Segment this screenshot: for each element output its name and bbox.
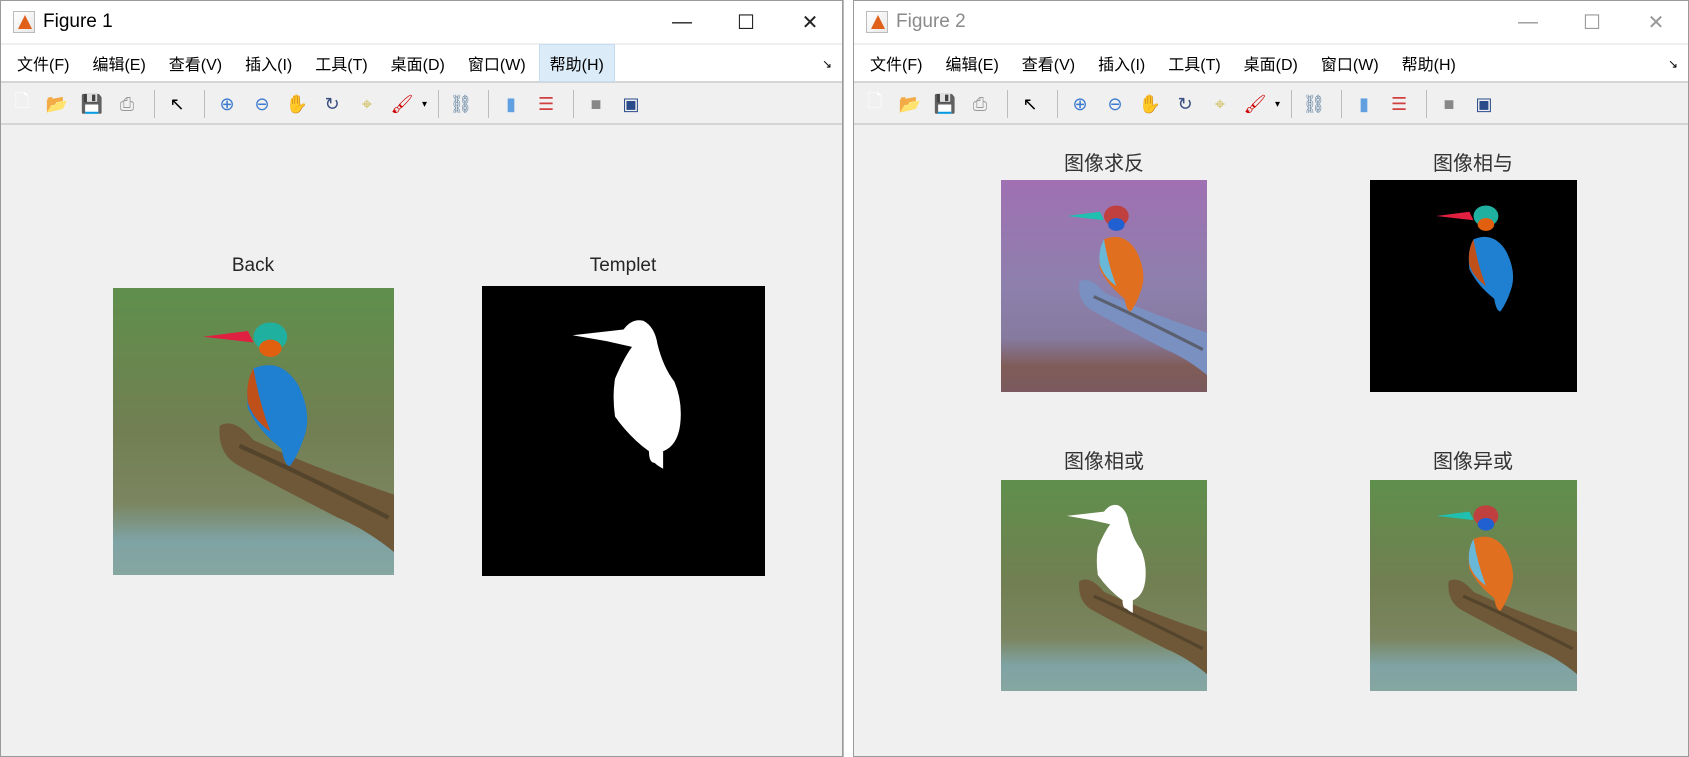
maximize-button[interactable]: ☐ bbox=[714, 1, 778, 43]
new-figure-icon[interactable]: 🗋 bbox=[860, 89, 890, 119]
image-content bbox=[1370, 180, 1577, 392]
save-icon[interactable]: 💾 bbox=[77, 89, 107, 119]
print-icon[interactable]: ⎙ bbox=[965, 89, 995, 119]
menu-view[interactable]: 查看(V) bbox=[159, 44, 232, 82]
pan-icon[interactable]: ✋ bbox=[282, 89, 312, 119]
matlab-logo-icon bbox=[866, 11, 888, 33]
show-plot-tools-icon[interactable]: ▣ bbox=[616, 89, 646, 119]
image-content bbox=[1001, 480, 1207, 691]
image-content bbox=[482, 286, 765, 576]
image-content bbox=[113, 288, 394, 575]
image-content bbox=[1001, 180, 1207, 392]
colorbar-icon[interactable]: ▮ bbox=[496, 89, 526, 119]
toolbar-separator bbox=[1426, 90, 1428, 118]
pan-icon[interactable]: ✋ bbox=[1135, 89, 1165, 119]
menu-insert[interactable]: 插入(I) bbox=[235, 44, 302, 82]
menu-tools[interactable]: 工具(T) bbox=[1158, 44, 1230, 82]
dock-arrow-icon[interactable]: ↘ bbox=[1668, 57, 1678, 71]
matlab-logo-icon bbox=[13, 11, 35, 33]
menu-window[interactable]: 窗口(W) bbox=[458, 44, 536, 82]
menu-tools[interactable]: 工具(T) bbox=[305, 44, 377, 82]
zoom-in-icon[interactable]: ⊕ bbox=[1065, 89, 1095, 119]
brush-icon[interactable]: 🖌 bbox=[387, 89, 417, 119]
link-plot-icon[interactable]: ⛓ bbox=[1299, 89, 1329, 119]
data-cursor-icon[interactable]: ⌖ bbox=[1205, 89, 1235, 119]
figure-1-window: Figure 1 — ☐ ✕ 文件(F) 编辑(E) 查看(V) 插入(I) 工… bbox=[0, 0, 843, 757]
axes-title-and: 图像相与 bbox=[1433, 151, 1513, 175]
brush-dropdown-icon[interactable]: ▾ bbox=[1275, 99, 1280, 110]
axes-title-templet: Templet bbox=[589, 255, 657, 276]
axes-title-or: 图像相或 bbox=[1064, 449, 1144, 473]
menu-edit[interactable]: 编辑(E) bbox=[935, 44, 1008, 82]
menu-view[interactable]: 查看(V) bbox=[1012, 44, 1085, 82]
image-xor[interactable] bbox=[1370, 480, 1577, 691]
brush-icon[interactable]: 🖌 bbox=[1240, 89, 1270, 119]
pointer-icon[interactable]: ↖ bbox=[1015, 89, 1045, 119]
close-button[interactable]: ✕ bbox=[778, 1, 842, 43]
figure-toolbar: 🗋 📂 💾 ⎙ ↖ ⊕ ⊖ ✋ ↻ ⌖ 🖌 ▾ ⛓ ▮ ☰ ■ ▣ bbox=[1, 85, 842, 125]
window-title: Figure 1 bbox=[43, 11, 113, 32]
menu-file[interactable]: 文件(F) bbox=[860, 44, 932, 82]
zoom-out-icon[interactable]: ⊖ bbox=[1100, 89, 1130, 119]
figure-2-window: Figure 2 — ☐ ✕ 文件(F) 编辑(E) 查看(V) 插入(I) 工… bbox=[853, 0, 1689, 757]
legend-icon[interactable]: ☰ bbox=[1384, 89, 1414, 119]
dock-arrow-icon[interactable]: ↘ bbox=[822, 57, 832, 71]
axes-title-xor: 图像异或 bbox=[1433, 449, 1513, 473]
close-button[interactable]: ✕ bbox=[1624, 1, 1688, 43]
background-window-edge bbox=[843, 0, 853, 757]
axes-title-invert: 图像求反 bbox=[1064, 151, 1144, 175]
pointer-icon[interactable]: ↖ bbox=[162, 89, 192, 119]
toolbar-separator bbox=[1057, 90, 1058, 118]
toolbar-separator bbox=[488, 90, 490, 118]
figure-toolbar: 🗋 📂 💾 ⎙ ↖ ⊕ ⊖ ✋ ↻ ⌖ 🖌 ▾ ⛓ ▮ ☰ ■ ▣ bbox=[854, 85, 1688, 125]
menu-bar: 文件(F) 编辑(E) 查看(V) 插入(I) 工具(T) 桌面(D) 窗口(W… bbox=[854, 45, 1688, 83]
zoom-out-icon[interactable]: ⊖ bbox=[247, 89, 277, 119]
menu-help[interactable]: 帮助(H) bbox=[1392, 44, 1466, 82]
open-file-icon[interactable]: 📂 bbox=[42, 89, 72, 119]
hide-plot-tools-icon[interactable]: ■ bbox=[1434, 89, 1464, 119]
image-templet[interactable] bbox=[482, 286, 765, 576]
window-title: Figure 2 bbox=[896, 11, 966, 32]
data-cursor-icon[interactable]: ⌖ bbox=[352, 89, 382, 119]
image-and[interactable] bbox=[1370, 180, 1577, 392]
title-bar: Figure 2 — ☐ ✕ bbox=[854, 1, 1688, 43]
axes-title-back: Back bbox=[231, 255, 275, 276]
toolbar-separator bbox=[1291, 90, 1293, 118]
open-file-icon[interactable]: 📂 bbox=[895, 89, 925, 119]
menu-help[interactable]: 帮助(H) bbox=[538, 44, 615, 82]
toolbar-separator bbox=[204, 90, 205, 118]
colorbar-icon[interactable]: ▮ bbox=[1349, 89, 1379, 119]
image-invert[interactable] bbox=[1001, 180, 1207, 392]
title-bar: Figure 1 — ☐ ✕ bbox=[1, 1, 842, 43]
legend-icon[interactable]: ☰ bbox=[531, 89, 561, 119]
zoom-in-icon[interactable]: ⊕ bbox=[212, 89, 242, 119]
minimize-button[interactable]: — bbox=[650, 1, 714, 43]
menu-insert[interactable]: 插入(I) bbox=[1088, 44, 1155, 82]
link-plot-icon[interactable]: ⛓ bbox=[446, 89, 476, 119]
print-icon[interactable]: ⎙ bbox=[112, 89, 142, 119]
rotate-3d-icon[interactable]: ↻ bbox=[1170, 89, 1200, 119]
brush-dropdown-icon[interactable]: ▾ bbox=[422, 99, 427, 110]
image-back[interactable] bbox=[113, 288, 394, 575]
toolbar-separator bbox=[438, 90, 440, 118]
image-content bbox=[1370, 480, 1577, 691]
toolbar-separator bbox=[1007, 90, 1008, 118]
menu-desktop[interactable]: 桌面(D) bbox=[1234, 44, 1308, 82]
menu-edit[interactable]: 编辑(E) bbox=[82, 44, 155, 82]
menu-bar: 文件(F) 编辑(E) 查看(V) 插入(I) 工具(T) 桌面(D) 窗口(W… bbox=[1, 44, 842, 83]
maximize-button[interactable]: ☐ bbox=[1560, 1, 1624, 43]
hide-plot-tools-icon[interactable]: ■ bbox=[581, 89, 611, 119]
toolbar-separator bbox=[1341, 90, 1343, 118]
show-plot-tools-icon[interactable]: ▣ bbox=[1469, 89, 1499, 119]
menu-window[interactable]: 窗口(W) bbox=[1311, 44, 1389, 82]
save-icon[interactable]: 💾 bbox=[930, 89, 960, 119]
toolbar-separator bbox=[573, 90, 575, 118]
new-figure-icon[interactable]: 🗋 bbox=[7, 89, 37, 119]
rotate-3d-icon[interactable]: ↻ bbox=[317, 89, 347, 119]
toolbar-separator bbox=[154, 90, 155, 118]
menu-desktop[interactable]: 桌面(D) bbox=[381, 44, 455, 82]
image-or[interactable] bbox=[1001, 480, 1207, 691]
minimize-button[interactable]: — bbox=[1496, 1, 1560, 43]
menu-file[interactable]: 文件(F) bbox=[7, 44, 79, 82]
